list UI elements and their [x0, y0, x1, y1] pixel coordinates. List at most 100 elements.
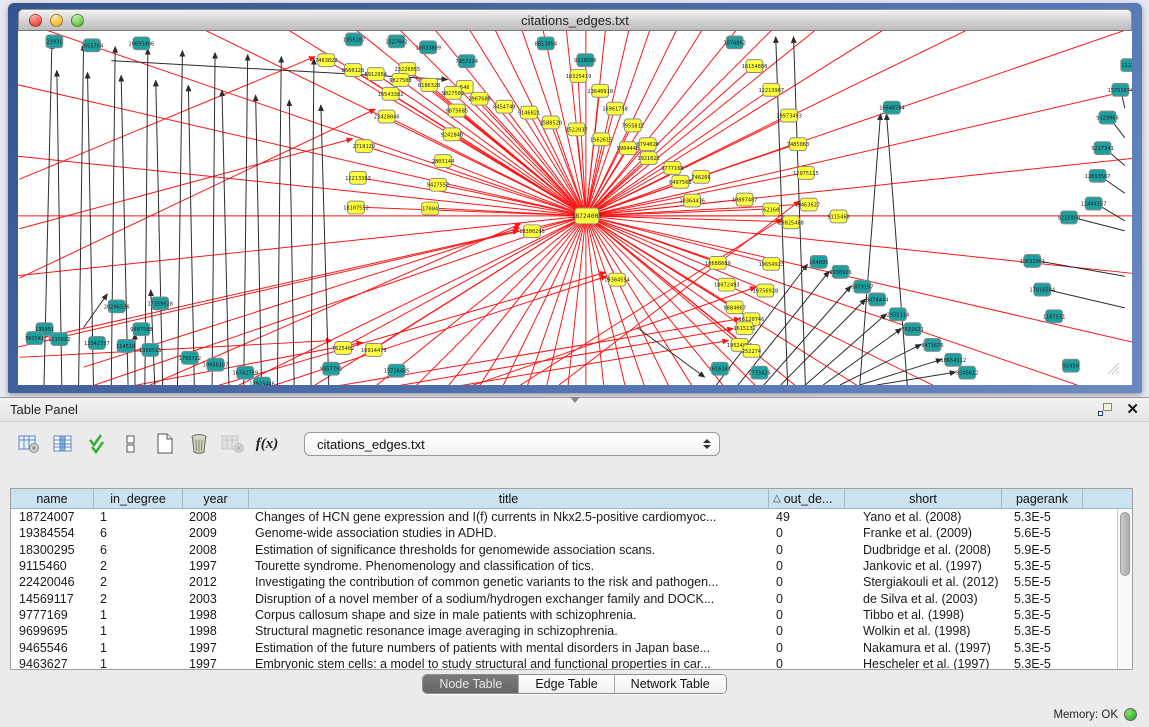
network-node[interactable]: 114519: [116, 340, 135, 353]
network-node[interactable]: 20206536: [104, 300, 130, 313]
column-header-name[interactable]: name: [11, 489, 94, 508]
network-node[interactable]: 12213383: [345, 171, 371, 184]
network-node[interactable]: 20691406: [129, 37, 155, 50]
table-row[interactable]: 2242004622012Investigating the contribut…: [11, 574, 1132, 590]
network-node[interactable]: 8454749: [493, 100, 515, 113]
network-node[interactable]: 2718129: [353, 140, 375, 153]
network-node[interactable]: 9904448: [617, 142, 639, 155]
network-node[interactable]: 9857791: [320, 362, 342, 375]
network-node[interactable]: 252274: [742, 344, 761, 357]
network-node[interactable]: 10973493: [776, 109, 802, 122]
memory-status-icon[interactable]: [1124, 708, 1137, 721]
network-node[interactable]: 1616141: [709, 362, 731, 375]
network-node[interactable]: 9218506: [574, 54, 596, 67]
close-icon[interactable]: ✕: [1126, 402, 1139, 417]
network-node[interactable]: 18724007: [571, 208, 602, 224]
table-row[interactable]: 911546021997Tourette syndrome. Phenomeno…: [11, 558, 1132, 574]
network-node[interactable]: 17004: [422, 202, 439, 215]
column-header-title[interactable]: title: [249, 489, 769, 508]
show-columns-icon[interactable]: [48, 429, 78, 459]
network-node[interactable]: 8660128: [342, 64, 364, 77]
network-window[interactable]: citations_edges.txt 23931 2055784 20691406…: [8, 3, 1142, 393]
network-node[interactable]: 16648784: [879, 101, 905, 114]
network-node[interactable]: 6879197: [851, 280, 873, 293]
select-all-icon[interactable]: [82, 429, 112, 459]
network-node[interactable]: 12975115: [793, 166, 819, 179]
network-node[interactable]: 5912954: [365, 68, 387, 81]
table-row[interactable]: 946554611997Estimation of the future num…: [11, 639, 1132, 655]
network-node[interactable]: 23640910: [587, 84, 613, 97]
network-node[interactable]: 9227341: [1091, 142, 1113, 155]
network-node[interactable]: 9115460: [827, 210, 849, 223]
network-node[interactable]: 7463822: [315, 54, 337, 67]
network-node[interactable]: 8471676: [921, 339, 943, 352]
network-node[interactable]: 18325419: [566, 70, 592, 83]
network-node[interactable]: 1055287: [343, 33, 365, 46]
table-row[interactable]: 977716911998Corpus callosum shape and si…: [11, 607, 1132, 623]
network-node[interactable]: 9777163: [661, 162, 683, 175]
network-node[interactable]: 9463627: [798, 198, 820, 211]
network-node[interactable]: 23931: [46, 35, 63, 48]
network-graph[interactable]: 2393120557842069140610552871527602160338…: [18, 31, 1132, 385]
network-node[interactable]: 7632621: [901, 323, 923, 336]
network-node[interactable]: 1350515: [139, 343, 161, 356]
delete-table-icon[interactable]: [218, 429, 248, 459]
network-node[interactable]: 1588520: [540, 116, 562, 129]
network-node[interactable]: 9215958: [1058, 211, 1080, 224]
network-node[interactable]: 2967608: [468, 92, 490, 105]
network-node[interactable]: 16543382: [378, 87, 404, 100]
tab-network-table[interactable]: Network Table: [615, 675, 726, 693]
network-node[interactable]: 15716485: [384, 364, 410, 377]
network-node[interactable]: 391541: [25, 332, 44, 345]
table-select-dropdown[interactable]: citations_edges.txt: [304, 432, 720, 456]
network-window-titlebar[interactable]: citations_edges.txt: [18, 9, 1132, 31]
network-node[interactable]: 12342737: [84, 337, 110, 350]
network-node[interactable]: 1527602: [385, 35, 407, 48]
table-row[interactable]: 969969511998Structural magnetic resonanc…: [11, 623, 1132, 639]
network-node[interactable]: 8522037: [565, 123, 587, 136]
network-node[interactable]: 9474444: [866, 293, 888, 306]
column-header-out_de[interactable]: △out_de...: [769, 489, 845, 508]
network-node[interactable]: 164095: [809, 255, 828, 268]
network-node[interactable]: 15692961: [1019, 254, 1045, 267]
network-node[interactable]: 19384554: [604, 273, 630, 286]
network-node[interactable]: 1615132: [733, 322, 755, 335]
network-node[interactable]: 9146821: [518, 106, 540, 119]
network-node[interactable]: 8938926: [829, 265, 851, 278]
panel-divider-grip[interactable]: [570, 397, 580, 403]
network-node[interactable]: 1921022: [637, 152, 659, 165]
network-node[interactable]: 9097588: [130, 323, 152, 336]
network-node[interactable]: 2055784: [81, 39, 103, 52]
network-node[interactable]: 17016504: [1029, 283, 1055, 296]
delete-file-icon[interactable]: [184, 429, 214, 459]
network-node[interactable]: 746266: [691, 170, 710, 183]
close-window-icon[interactable]: [29, 14, 42, 27]
network-node[interactable]: 9827508: [389, 74, 411, 87]
network-node[interactable]: 2803144: [432, 155, 454, 168]
resize-grip-icon[interactable]: [1104, 359, 1120, 375]
function-builder-icon[interactable]: f(x): [252, 429, 282, 459]
network-node[interactable]: 9245612: [956, 366, 978, 379]
network-node[interactable]: 7955812: [622, 119, 644, 132]
column-header-short[interactable]: short: [845, 489, 1002, 508]
clear-selection-icon[interactable]: [116, 429, 146, 459]
zoom-window-icon[interactable]: [71, 14, 84, 27]
new-file-icon[interactable]: [150, 429, 180, 459]
network-node[interactable]: 9875685: [446, 104, 468, 117]
network-canvas[interactable]: 2393120557842069140610552871527602160338…: [18, 31, 1132, 385]
network-node[interactable]: 8186328: [418, 78, 440, 91]
table-scrollbar-thumb[interactable]: [1120, 512, 1130, 576]
network-node[interactable]: 6497568: [669, 175, 691, 188]
network-node[interactable]: 18107552: [343, 201, 369, 214]
network-node[interactable]: 62160: [763, 203, 780, 216]
network-node[interactable]: 8813054: [535, 37, 557, 50]
float-window-icon[interactable]: [1098, 403, 1112, 416]
network-node[interactable]: 1115682: [48, 333, 70, 346]
network-node[interactable]: 6794028: [636, 138, 658, 151]
network-node[interactable]: 19654923: [758, 257, 784, 270]
network-node[interactable]: 9427552: [427, 178, 449, 191]
column-header-pagerank[interactable]: pagerank: [1002, 489, 1083, 508]
network-node[interactable]: 92450: [1062, 359, 1079, 372]
column-header-in_degree[interactable]: in_degree: [94, 489, 183, 508]
network-node[interactable]: 9242848: [441, 128, 463, 141]
